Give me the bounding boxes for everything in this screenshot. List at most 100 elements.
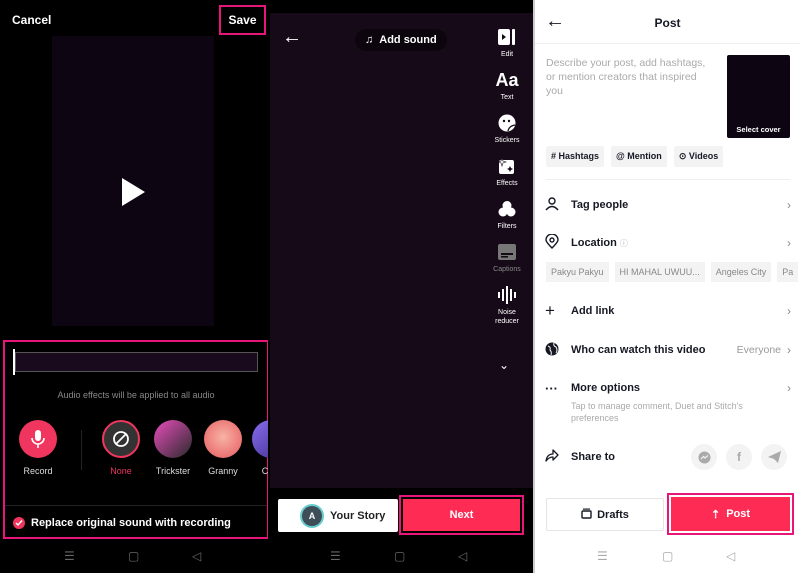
effect-granny[interactable]: Granny [203, 420, 243, 476]
drafts-label: Drafts [597, 508, 629, 521]
tool-noise-reducer[interactable]: Noise reducer [490, 284, 524, 326]
location-chip[interactable]: HI MAHAL UWUU... [614, 262, 705, 282]
play-circle-icon: ⊙ [678, 151, 687, 161]
menu-icon[interactable]: ☰ [64, 549, 75, 563]
replace-sound-checkbox[interactable]: Replace original sound with recording [13, 517, 231, 529]
save-button[interactable]: Save [219, 5, 266, 35]
post-button[interactable]: ⇡ Post [671, 497, 790, 531]
back-icon[interactable]: ◁ [458, 549, 467, 563]
tool-captions[interactable]: Captions [490, 241, 524, 274]
audio-effects-hint: Audio effects will be applied to all aud… [57, 390, 215, 400]
description-chips: # Hashtags @ Mention ⊙ Videos [546, 146, 724, 167]
tag-people-label: Tag people [571, 199, 629, 211]
page-title: Post [654, 16, 681, 30]
divider [5, 505, 267, 506]
more-options-description: Tap to manage comment, Duet and Stitch's… [571, 401, 743, 423]
check-icon [13, 517, 25, 529]
filters-icon [490, 198, 524, 220]
tool-stickers[interactable]: Stickers [490, 112, 524, 145]
plus-icon: + [545, 301, 555, 320]
tool-edit[interactable]: Edit [490, 26, 524, 59]
tool-label: Noise reducer [495, 309, 519, 325]
add-sound-button[interactable]: ♫ Add sound [355, 29, 447, 51]
editor-toolbar: Edit Aa Text Stickers Effects Filters Ca… [490, 26, 524, 336]
sparkle-upload-icon: ⇡ [710, 508, 721, 521]
location-chip[interactable]: Angeles City [710, 262, 772, 282]
timeline-cursor[interactable] [13, 349, 15, 375]
description-input[interactable]: Describe your post, add hashtags, or men… [546, 56, 716, 98]
tool-text[interactable]: Aa Text [490, 69, 524, 102]
location-row[interactable]: Location ⓘ › [545, 233, 791, 253]
messenger-icon[interactable] [691, 444, 717, 470]
location-chip[interactable]: Pa [777, 262, 799, 282]
record-button[interactable]: Record [18, 420, 58, 476]
back-icon[interactable]: ◁ [192, 549, 201, 563]
video-editor-panel: ← ♫ Add sound Edit Aa Text Stickers Effe… [268, 0, 533, 573]
select-cover-label: Select cover [736, 125, 781, 134]
who-can-watch-row[interactable]: Who can watch this video Everyone › [545, 340, 791, 360]
tag-people-row[interactable]: Tag people › [545, 195, 791, 215]
videos-chip[interactable]: ⊙ Videos [673, 146, 724, 167]
tool-label: Captions [493, 266, 521, 273]
avatar: A [302, 505, 322, 526]
back-arrow-icon[interactable]: ← [282, 26, 302, 49]
home-icon[interactable]: ▢ [128, 549, 139, 563]
audio-timeline[interactable] [13, 349, 258, 375]
sticker-icon [490, 112, 524, 134]
more-options-row[interactable]: ··· More options › [545, 378, 791, 398]
add-link-label: Add link [571, 305, 615, 317]
cancel-button[interactable]: Cancel [12, 13, 51, 27]
drafts-button[interactable]: Drafts [546, 498, 664, 531]
granny-avatar-icon [204, 420, 242, 458]
tool-label: Effects [496, 180, 518, 187]
select-cover-button[interactable]: Select cover [727, 55, 790, 138]
system-nav-bar: ☰ ▢ ◁ [535, 539, 800, 573]
chevron-right-icon: › [787, 304, 791, 318]
effect-none[interactable]: None [101, 420, 141, 476]
location-chip[interactable]: Pakyu Pakyu [546, 262, 609, 282]
location-suggestions: Pakyu Pakyu HI MAHAL UWUU... Angeles Cit… [546, 262, 799, 282]
chevron-down-icon[interactable]: ⌄ [499, 358, 509, 372]
system-nav-bar: ☰ ▢ ◁ [0, 539, 268, 573]
effect-trickster[interactable]: Trickster [153, 420, 193, 476]
menu-icon[interactable]: ☰ [330, 549, 341, 563]
location-label: Location ⓘ [571, 237, 787, 249]
hashtags-chip[interactable]: # Hashtags [546, 146, 605, 167]
system-nav-bar: ☰ ▢ ◁ [268, 539, 533, 573]
replace-sound-label: Replace original sound with recording [31, 517, 231, 529]
globe-icon [545, 342, 565, 359]
edit-icon [490, 26, 524, 48]
post-label: Post [726, 508, 751, 520]
music-note-icon: ♫ [365, 34, 374, 46]
tool-label: Edit [500, 51, 514, 58]
home-icon[interactable]: ▢ [394, 549, 405, 563]
add-link-row[interactable]: + Add link › [545, 301, 791, 321]
effect-chipmunk[interactable]: Chip [251, 420, 268, 476]
location-text: Location [571, 237, 617, 249]
captions-icon [490, 241, 524, 263]
effect-label: Granny [208, 466, 238, 476]
tool-label: Text [500, 94, 514, 101]
effects-icon [490, 155, 524, 177]
noise-reducer-icon [490, 284, 524, 306]
your-story-button[interactable]: A Your Story [278, 499, 398, 532]
share-targets: f [691, 444, 787, 470]
effect-label: Trickster [155, 466, 191, 476]
menu-icon[interactable]: ☰ [597, 549, 608, 563]
drafts-icon [581, 508, 592, 522]
play-icon[interactable] [122, 178, 145, 206]
next-button[interactable]: Next [403, 499, 520, 531]
share-arrow-icon [545, 449, 565, 465]
chipmunk-avatar-icon [252, 420, 268, 458]
chevron-right-icon: › [787, 198, 791, 212]
facebook-icon[interactable]: f [726, 444, 752, 470]
tool-filters[interactable]: Filters [490, 198, 524, 231]
back-icon[interactable]: ◁ [726, 549, 735, 563]
more-dots-icon: ··· [545, 380, 558, 396]
telegram-icon[interactable] [761, 444, 787, 470]
mention-chip[interactable]: @ Mention [611, 146, 667, 167]
tool-effects[interactable]: Effects [490, 155, 524, 188]
home-icon[interactable]: ▢ [662, 549, 673, 563]
videos-label: Videos [688, 151, 719, 161]
divider [81, 430, 82, 470]
